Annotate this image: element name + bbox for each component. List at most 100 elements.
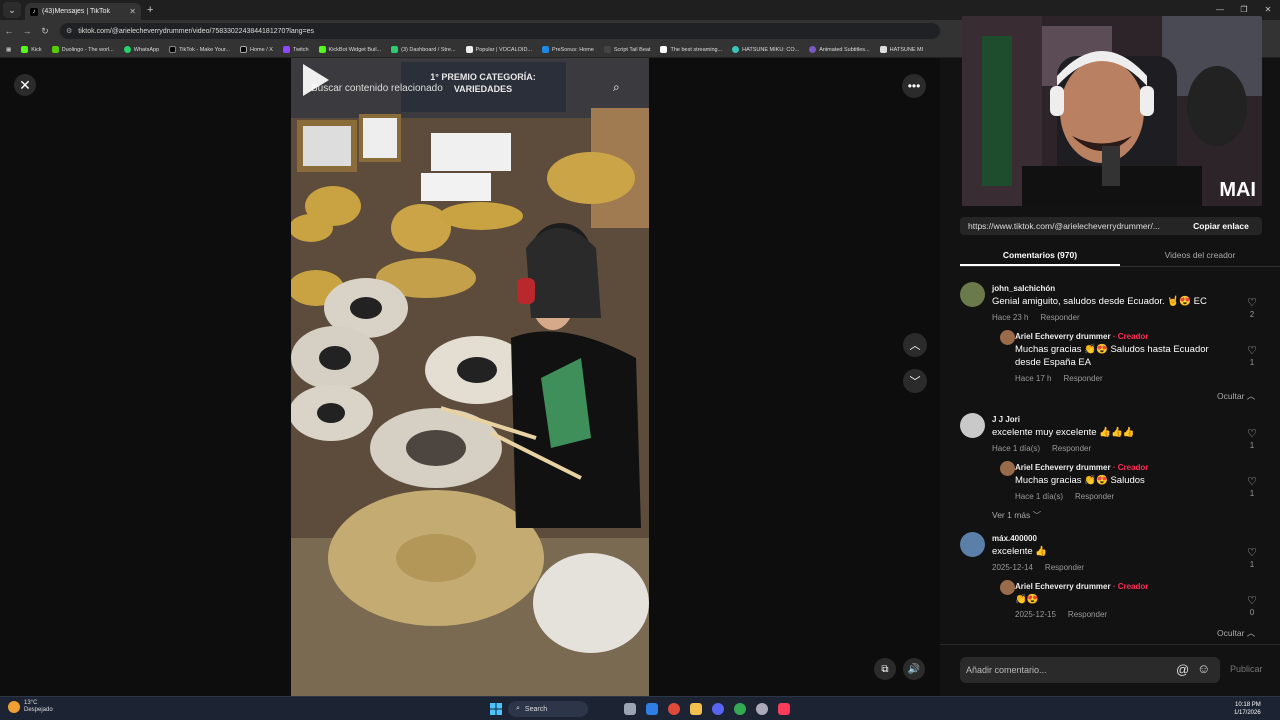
reply-button[interactable]: Responder [1045,563,1084,572]
previous-video-button[interactable]: ︿ [903,333,927,357]
reply-time: Hace 17 h [1015,374,1052,383]
bookmark-item[interactable]: Animated Subtitles... [809,46,870,53]
comment-username[interactable]: J J Jori [992,415,1020,424]
weather-icon [8,701,20,713]
like-button[interactable]: ♡ 1 [1245,428,1259,451]
bookmark-item[interactable]: Popular | VOCALOID... [465,46,532,53]
taskbar-clock[interactable]: 10:18 PM 1/17/2026 [1234,701,1261,717]
tab-search-button[interactable]: ⌄ [3,2,21,18]
apps-icon[interactable]: ▦ [6,47,11,53]
heart-icon: ♡ [1247,297,1257,309]
bookmark-item[interactable]: HATSUNE MI [879,46,923,53]
volume-icon[interactable]: 🔊 [903,658,925,680]
reply-button[interactable]: Responder [1052,444,1091,453]
bookmark-item[interactable]: Script Tail Beat [603,46,650,53]
comment-meta: Hace 23 h Responder [992,313,1080,322]
browser-tab-tiktok[interactable]: ♪ (43)Mensajes | TikTok ✕ [25,3,141,20]
avatar[interactable] [1000,330,1015,345]
copy-link-button[interactable]: Copiar enlace [1180,217,1262,235]
comment-time: Hace 1 día(s) [992,444,1041,453]
app-icon[interactable] [668,703,680,715]
avatar[interactable] [1000,461,1015,476]
avatar[interactable] [1000,580,1015,595]
hide-replies-button[interactable]: Ocultar ︿ [1217,390,1255,402]
video-player[interactable]: 1° PREMIO CATEGORÍA: VARIEDADES Buscar c… [291,58,649,696]
like-button[interactable]: ♡ 1 [1245,547,1259,570]
like-button[interactable]: ♡ 2 [1245,297,1259,320]
file-explorer-icon[interactable] [690,703,702,715]
tab-creator-videos[interactable]: Videos del creador [1120,245,1280,266]
bookmark-item[interactable]: (3) Dashboard / Stre... [391,46,456,53]
like-button[interactable]: ♡ 1 [1245,476,1259,499]
back-icon[interactable]: ← [0,26,18,36]
url-bar[interactable]: ⚙ tiktok.com/@arielecheverrydrummer/vide… [60,23,940,39]
video-link[interactable]: https://www.tiktok.com/@arielecheverrydr… [960,217,1180,235]
reply-button[interactable]: Responder [1040,313,1079,322]
windows-start-icon[interactable] [490,703,502,715]
close-icon[interactable]: ✕ [14,74,36,96]
publish-button[interactable]: Publicar [1230,664,1263,674]
comment-username[interactable]: john_salchichón [992,284,1055,293]
bookmark-item[interactable]: The best streaming... [660,46,722,53]
creator-badge: · Creador [1112,332,1149,341]
bookmark-item[interactable]: WhatsApp [123,46,159,53]
taskbar-search[interactable]: ⌕ Search [508,701,588,717]
search-icon[interactable]: ⌕ [613,80,620,95]
play-icon[interactable] [291,58,335,102]
more-options-icon[interactable]: ••• [902,74,926,98]
picture-in-picture-icon[interactable]: ⧉ [874,658,896,680]
reply-button[interactable]: Responder [1063,374,1102,383]
hide-replies-button[interactable]: Ocultar ︿ [1217,627,1255,639]
site-info-icon[interactable]: ⚙ [66,27,72,35]
weather-widget[interactable]: 13°C Despejado [8,700,53,714]
reply-button[interactable]: Responder [1068,610,1107,619]
comment-username[interactable]: máx.400000 [992,534,1037,543]
like-count: 1 [1249,441,1255,450]
bookmark-item[interactable]: TikTok - Make Your... [169,46,230,53]
emoji-icon[interactable]: ☺ [1197,661,1210,676]
bookmark-item[interactable]: HATSUNE MIKU: CO... [732,46,799,53]
reload-icon[interactable]: ↻ [36,26,54,37]
reply-username[interactable]: Ariel Echeverry drummer · Creador [1015,332,1148,341]
comment-time: 2025-12-14 [992,563,1033,572]
discord-icon[interactable] [712,703,724,715]
avatar[interactable] [960,413,985,438]
reply-button[interactable]: Responder [1075,492,1114,501]
bookmark-item[interactable]: Twitch [282,46,309,53]
tab-comments[interactable]: Comentarios (970) [960,245,1120,266]
new-tab-button[interactable]: + [147,4,153,16]
like-count: 0 [1249,608,1255,617]
reply-username[interactable]: Ariel Echeverry drummer · Creador [1015,582,1148,591]
like-button[interactable]: ♡ 0 [1245,595,1259,618]
comment-text: Genial amiguito, saludos desde Ecuador. … [992,296,1207,307]
bookmark-item[interactable]: Duolingo - The worl... [51,46,114,53]
reply-text-line2: desde España EA [1015,357,1092,368]
task-view-icon[interactable] [624,703,636,715]
like-count: 1 [1249,560,1255,569]
avatar[interactable] [960,532,985,557]
view-more-replies-button[interactable]: Ver 1 más ﹀ [992,509,1041,521]
like-button[interactable]: ♡ 1 [1245,345,1259,368]
creator-badge: · Creador [1112,582,1149,591]
close-tab-icon[interactable]: ✕ [129,7,136,16]
mention-icon[interactable]: @ [1176,662,1189,677]
related-search-input[interactable]: Buscar contenido relacionado [301,74,611,102]
next-video-button[interactable]: ﹀ [903,369,927,393]
forward-icon[interactable]: → [18,26,36,36]
tiktok-favicon-icon: ♪ [30,7,38,16]
add-comment-bar: Añadir comentario... @ ☺ Publicar [940,644,1280,696]
bookmark-item[interactable]: Home / X [240,46,273,53]
avatar[interactable] [960,282,985,307]
bookmark-item[interactable]: KickBot Widget Buil... [318,46,381,53]
webcam-image [962,16,1262,206]
chrome-icon[interactable] [734,703,746,715]
video-frame-drummer: 1° PREMIO CATEGORÍA: VARIEDADES [291,58,649,696]
bookmark-item[interactable]: PreSonus: Home [542,46,594,53]
bookmark-item[interactable]: Kick [21,46,42,53]
reply-username[interactable]: Ariel Echeverry drummer · Creador [1015,463,1148,472]
settings-icon[interactable] [756,703,768,715]
comment-text: excelente muy excelente 👍👍👍 [992,427,1135,438]
app-icon[interactable] [646,703,658,715]
music-app-icon[interactable] [778,703,790,715]
comment-time: Hace 23 h [992,313,1029,322]
